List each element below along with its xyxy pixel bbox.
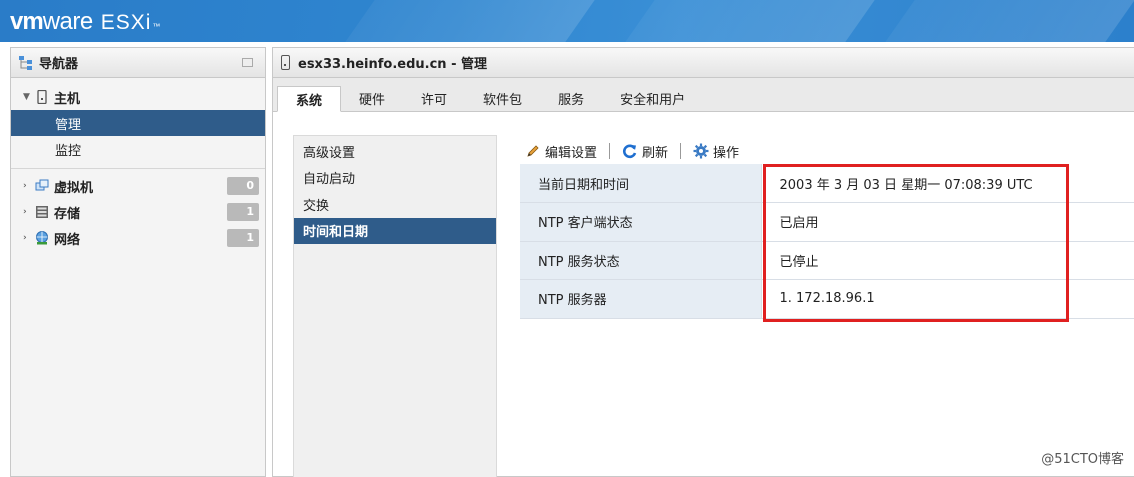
collapse-panel-icon[interactable] [242, 58, 253, 67]
watermark: @51CTO博客 [1041, 452, 1124, 467]
toolbar-divider [609, 143, 611, 159]
navigator-icon [19, 55, 33, 70]
app-header: vm ware ESXi ™ [0, 0, 1134, 42]
tab-system[interactable]: 系统 [277, 86, 342, 112]
tab-services[interactable]: 服务 [540, 85, 602, 111]
navigator-title: 导航器 [39, 57, 79, 72]
edit-settings-button[interactable]: 编辑设置 [525, 142, 597, 161]
logo-vm-text: vm [10, 8, 44, 35]
expand-right-icon[interactable]: › [23, 181, 33, 191]
toolbar-divider [680, 143, 682, 159]
property-key: 当前日期和时间 [520, 164, 762, 203]
edit-settings-label: 编辑设置 [545, 145, 598, 161]
navigator-panel: 导航器 ▼ 主机 管理 监控 › 虚拟机 0 › 存储 1 › 网络 1 [10, 47, 266, 477]
subnav-advanced-settings[interactable]: 高级设置 [294, 138, 496, 165]
logo-ware-text: ware [42, 8, 94, 35]
logo-tm: ™ [152, 22, 161, 31]
navigator-header: 导航器 [11, 48, 265, 78]
tab-hardware[interactable]: 硬件 [341, 85, 403, 111]
vm-icon [35, 179, 49, 193]
tree-divider [11, 168, 265, 169]
header-stripe [625, 0, 875, 42]
tree-item-storage[interactable]: › 存储 1 [11, 199, 265, 225]
system-subnav: 高级设置 自动启动 交换 时间和日期 [293, 135, 497, 477]
count-badge: 1 [227, 229, 259, 247]
header-stripe [885, 0, 1134, 42]
property-key: NTP 服务器 [520, 279, 762, 319]
tab-security-users[interactable]: 安全和用户 [602, 85, 703, 111]
toolbar: 编辑设置 刷新 操作 [525, 141, 739, 161]
header-stripe [345, 0, 595, 42]
refresh-label: 刷新 [642, 145, 669, 161]
tree-item-vms[interactable]: › 虚拟机 0 [11, 173, 265, 199]
expand-down-icon[interactable]: ▼ [23, 92, 33, 102]
tab-licensing[interactable]: 许可 [403, 85, 465, 111]
pencil-icon [525, 143, 541, 159]
tab-packages[interactable]: 软件包 [465, 85, 540, 111]
host-icon [281, 55, 290, 70]
tree-item-label: 监控 [55, 143, 82, 159]
storage-icon [35, 205, 49, 219]
logo-product-text: ESXi [100, 11, 152, 34]
tree-item-label: 存储 [54, 206, 81, 222]
gear-icon [693, 143, 709, 159]
main-title-bar: esx33.heinfo.edu.cn - 管理 [273, 48, 1134, 78]
tree-item-monitor[interactable]: 监控 [11, 136, 265, 162]
page-title: esx33.heinfo.edu.cn - 管理 [298, 57, 488, 72]
refresh-button[interactable]: 刷新 [622, 142, 668, 161]
property-key: NTP 服务状态 [520, 241, 762, 280]
annotation-highlight-box [763, 164, 1069, 322]
host-icon [35, 89, 49, 105]
subnav-autostart[interactable]: 自动启动 [294, 165, 496, 192]
count-badge: 1 [227, 203, 259, 221]
actions-label: 操作 [713, 145, 740, 161]
tree-item-label: 网络 [54, 232, 81, 248]
tree-item-label: 虚拟机 [54, 180, 94, 196]
tree-host[interactable]: ▼ 主机 [11, 84, 265, 110]
subnav-time-date[interactable]: 时间和日期 [294, 217, 496, 244]
actions-button[interactable]: 操作 [693, 142, 739, 161]
tree-item-manage[interactable]: 管理 [11, 110, 265, 136]
network-icon [35, 231, 49, 245]
tree-item-network[interactable]: › 网络 1 [11, 225, 265, 251]
subnav-swap[interactable]: 交换 [294, 191, 496, 218]
tree-item-label: 管理 [55, 117, 82, 133]
expand-right-icon[interactable]: › [23, 233, 33, 243]
property-key: NTP 客户端状态 [520, 202, 762, 242]
vmware-esxi-logo[interactable]: vm ware ESXi ™ [10, 8, 160, 36]
host-label: 主机 [54, 91, 81, 107]
refresh-icon [622, 143, 638, 159]
count-badge: 0 [227, 177, 259, 195]
tab-bar: 系统 硬件 许可 软件包 服务 安全和用户 [273, 78, 1134, 112]
expand-right-icon[interactable]: › [23, 207, 33, 217]
